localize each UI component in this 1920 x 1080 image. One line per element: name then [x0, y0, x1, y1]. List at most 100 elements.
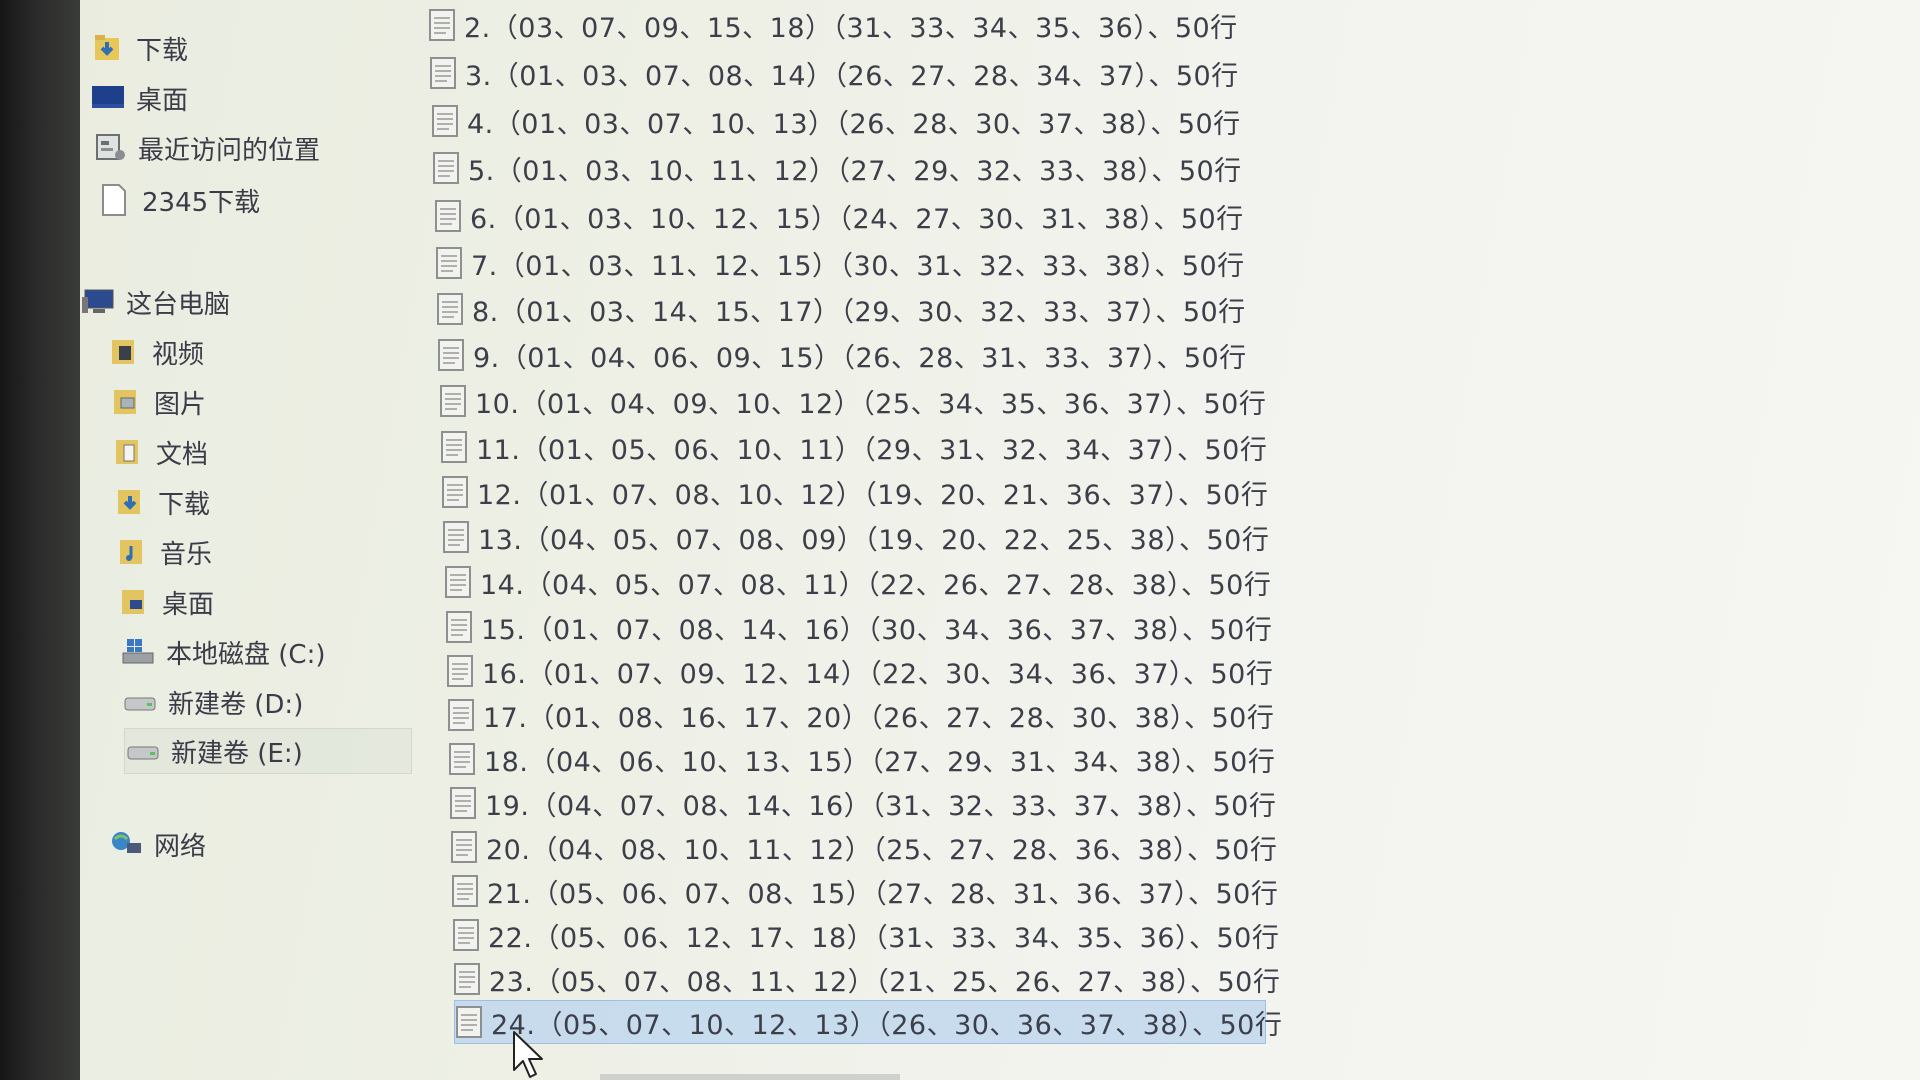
text-file-icon	[430, 57, 456, 89]
nav-item-label: 最近访问的位置	[138, 135, 321, 166]
desktop-icon	[90, 81, 126, 115]
documents-folder-icon	[110, 435, 146, 469]
file-row[interactable]: 11.（01、05、06、10、11）（29、31、32、34、37）、50行	[440, 426, 1267, 468]
file-name: 10.（01、04、09、10、12）（25、34、35、36、37）、50行	[475, 388, 1267, 420]
nav-item-network[interactable]: 网络	[108, 822, 206, 866]
text-file-icon	[433, 152, 459, 184]
videos-folder-icon	[106, 335, 142, 369]
nav-item-pictures[interactable]: 图片	[108, 380, 206, 424]
file-row[interactable]: 2.（03、07、09、15、18）（31、33、34、35、36）、50行	[428, 4, 1238, 46]
nav-item-videos[interactable]: 视频	[106, 330, 204, 374]
file-row[interactable]: 9.（01、04、06、09、15）（26、28、31、33、37）、50行	[437, 334, 1247, 376]
desktop-folder-icon	[116, 585, 152, 619]
pictures-folder-icon	[108, 385, 144, 419]
horizontal-scrollbar[interactable]	[600, 1074, 900, 1080]
nav-item-label: 这台电脑	[126, 289, 231, 320]
text-file-icon	[446, 611, 472, 643]
drive-icon	[122, 685, 158, 719]
file-row[interactable]: 19.（04、07、08、14、16）（31、32、33、37、38）、50行	[449, 782, 1276, 824]
file-name: 24.（05、07、10、12、13）（26、30、36、37、38）、50行	[491, 1009, 1283, 1041]
download-folder-icon	[90, 31, 126, 65]
text-file-icon	[450, 787, 476, 819]
text-file-icon	[435, 200, 461, 232]
file-row[interactable]: 12.（01、07、08、10、12）（19、20、21、36、37）、50行	[441, 471, 1268, 513]
text-file-icon	[442, 476, 468, 508]
nav-item-label: 2345下载	[142, 187, 261, 218]
file-name: 22.（05、06、12、17、18）（31、33、34、35、36）、50行	[488, 922, 1280, 954]
nav-item-desktop-pc[interactable]: 桌面	[116, 580, 214, 624]
nav-item-label: 文档	[156, 439, 209, 470]
text-file-icon	[447, 655, 473, 687]
nav-item-label: 桌面	[136, 85, 189, 116]
drive-icon	[125, 734, 161, 768]
file-row[interactable]: 21.（05、06、07、08、15）（27、28、31、36、37）、50行	[451, 870, 1278, 912]
file-row[interactable]: 17.（01、08、16、17、20）（26、27、28、30、38）、50行	[447, 694, 1274, 736]
text-file-icon	[436, 247, 462, 279]
text-file-icon	[449, 743, 475, 775]
nav-item-recent-places[interactable]: 最近访问的位置	[92, 126, 320, 170]
file-name: 9.（01、04、06、09、15）（26、28、31、33、37）、50行	[473, 342, 1247, 374]
nav-item-music[interactable]: 音乐	[114, 530, 212, 574]
nav-item-desktop[interactable]: 桌面	[90, 76, 188, 120]
file-row[interactable]: 6.（01、03、10、12、15）（24、27、30、31、38）、50行	[434, 195, 1244, 237]
file-row[interactable]: 18.（04、06、10、13、15）（27、29、31、34、38）、50行	[448, 738, 1275, 780]
file-name: 8.（01、03、14、15、17）（29、30、32、33、37）、50行	[472, 296, 1246, 328]
folder-icon	[96, 183, 132, 217]
file-row[interactable]: 3.（01、03、07、08、14）（26、27、28、34、37）、50行	[429, 52, 1239, 94]
file-row[interactable]: 8.（01、03、14、15、17）（29、30、32、33、37）、50行	[436, 288, 1246, 330]
nav-item-label: 音乐	[160, 539, 213, 570]
text-file-icon	[429, 9, 455, 41]
file-list: 2.（03、07、09、15、18）（31、33、34、35、36）、50行 3…	[420, 0, 1320, 1080]
file-name: 4.（01、03、07、10、13）（26、28、30、37、38）、50行	[467, 108, 1241, 140]
nav-item-this-pc[interactable]: 这台电脑	[80, 280, 230, 324]
text-file-icon	[438, 339, 464, 371]
file-row[interactable]: 4.（01、03、07、10、13）（26、28、30、37、38）、50行	[431, 100, 1241, 142]
text-file-icon	[445, 566, 471, 598]
mouse-cursor-icon	[513, 1031, 543, 1078]
recent-places-icon	[92, 131, 128, 165]
file-row-selected[interactable]: 24.（05、07、10、12、13）（26、30、36、37、38）、50行	[454, 1000, 1282, 1044]
file-name: 7.（01、03、11、12、15）（30、31、32、33、38）、50行	[471, 250, 1245, 282]
file-row[interactable]: 10.（01、04、09、10、12）（25、34、35、36、37）、50行	[439, 380, 1266, 422]
nav-item-drive-c[interactable]: 本地磁盘 (C:)	[120, 630, 325, 674]
nav-item-label: 网络	[154, 831, 207, 862]
file-row[interactable]: 20.（04、08、10、11、12）（25、27、28、36、38）、50行	[450, 826, 1277, 868]
file-name: 12.（01、07、08、10、12）（19、20、21、36、37）、50行	[477, 479, 1269, 511]
nav-item-label: 新建卷 (E:)	[171, 738, 303, 769]
nav-item-label: 本地磁盘 (C:)	[166, 639, 326, 670]
file-row[interactable]: 14.（04、05、07、08、11）（22、26、27、28、38）、50行	[444, 561, 1271, 603]
nav-item-documents[interactable]: 文档	[110, 430, 208, 474]
text-file-icon	[456, 1006, 482, 1038]
nav-item-downloads[interactable]: 下载	[90, 26, 188, 70]
text-file-icon	[451, 831, 477, 863]
nav-item-label: 图片	[154, 389, 207, 420]
download-folder-icon	[112, 485, 148, 519]
file-name: 3.（01、03、07、08、14）（26、27、28、34、37）、50行	[465, 60, 1239, 92]
text-file-icon	[454, 963, 480, 995]
file-row[interactable]: 7.（01、03、11、12、15）（30、31、32、33、38）、50行	[435, 242, 1245, 284]
nav-item-drive-e[interactable]: 新建卷 (E:)	[124, 728, 412, 774]
file-row[interactable]: 13.（04、05、07、08、09）（19、20、22、25、38）、50行	[442, 516, 1269, 558]
nav-item-downloads-pc[interactable]: 下载	[112, 480, 210, 524]
file-name: 23.（05、07、08、11、12）（21、25、26、27、38）、50行	[489, 966, 1281, 998]
nav-item-label: 下载	[136, 35, 189, 66]
file-row[interactable]: 5.（01、03、10、11、12）（27、29、32、33、38）、50行	[432, 147, 1242, 189]
file-row[interactable]: 23.（05、07、08、11、12）（21、25、26、27、38）、50行	[453, 958, 1280, 1000]
file-row[interactable]: 16.（01、07、09、12、14）（22、30、34、36、37）、50行	[446, 650, 1273, 692]
nav-item-drive-d[interactable]: 新建卷 (D:)	[122, 680, 303, 724]
file-row[interactable]: 22.（05、06、12、17、18）（31、33、34、35、36）、50行	[452, 914, 1279, 956]
nav-item-label: 下载	[158, 489, 211, 520]
nav-item-2345-downloads[interactable]: 2345下载	[96, 178, 260, 222]
file-name: 11.（01、05、06、10、11）（29、31、32、34、37）、50行	[476, 434, 1268, 466]
file-row[interactable]: 15.（01、07、08、14、16）（30、34、36、37、38）、50行	[445, 606, 1272, 648]
file-name: 18.（04、06、10、13、15）（27、29、31、34、38）、50行	[484, 746, 1276, 778]
nav-item-label: 桌面	[162, 589, 215, 620]
file-name: 17.（01、08、16、17、20）（26、27、28、30、38）、50行	[483, 702, 1275, 734]
file-name: 19.（04、07、08、14、16）（31、32、33、37、38）、50行	[485, 790, 1277, 822]
file-name: 21.（05、06、07、08、15）（27、28、31、36、37）、50行	[487, 878, 1279, 910]
file-name: 20.（04、08、10、11、12）（25、27、28、36、38）、50行	[486, 834, 1278, 866]
screen: 下载 桌面 最近访问的位置 2345下载 这台电脑 视频 图片 文档 下载 音乐…	[0, 0, 1920, 1080]
text-file-icon	[443, 521, 469, 553]
file-name: 14.（04、05、07、08、11）（22、26、27、28、38）、50行	[480, 569, 1272, 601]
text-file-icon	[453, 919, 479, 951]
